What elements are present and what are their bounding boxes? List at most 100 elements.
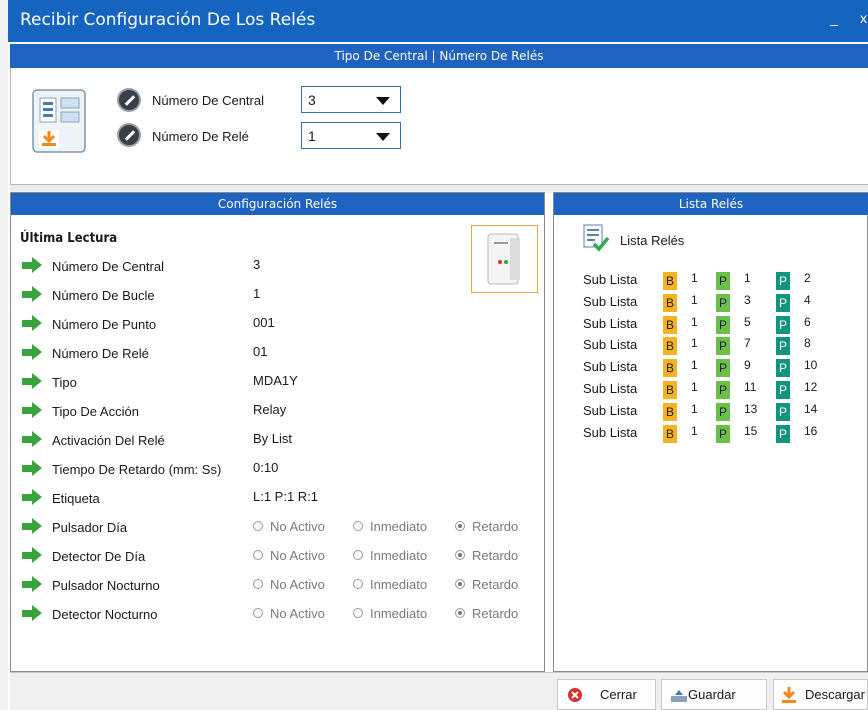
arrow-right-icon [22,518,42,534]
radio-option[interactable]: Retardo [455,606,518,621]
radio-circle-icon [455,608,465,618]
close-button[interactable]: Cerrar [557,679,656,710]
point-start-value: 5 [744,315,751,329]
sublist-label: Sub Lista [583,294,638,309]
point-end-badge: P [776,316,790,334]
bucle-badge: B [663,337,677,355]
radio-option-label: No Activo [270,606,325,621]
point-end-badge: P [776,359,790,377]
radio-option[interactable]: No Activo [253,519,325,534]
chevron-down-icon [376,133,390,141]
relay-config-header: Configuración Relés [11,193,544,215]
bucle-badge: B [663,359,677,377]
arrow-right-icon [22,460,42,476]
point-start-badge: P [716,272,730,290]
radio-row-label: Detector Nocturno [52,607,158,622]
close-button-label: Cerrar [600,687,637,702]
radio-option-label: No Activo [270,577,325,592]
point-start-value: 3 [744,293,751,307]
minimize-button[interactable]: _ [830,10,838,26]
download-button[interactable]: Descargar [773,679,868,710]
radio-option[interactable]: Inmediato [353,519,427,534]
config-row-label: Tipo De Acción [52,404,139,419]
bucle-value: 1 [691,402,698,416]
config-row-label: Número De Punto [52,317,157,332]
point-start-badge: P [716,403,730,421]
sublist-label: Sub Lista [583,359,638,374]
sublist-label: Sub Lista [583,316,638,331]
bucle-value: 1 [691,315,698,329]
point-end-value: 10 [804,358,818,372]
bucle-value: 1 [691,424,698,438]
radio-circle-icon [353,550,363,560]
radio-circle-icon [253,521,263,531]
radio-option[interactable]: No Activo [253,577,325,592]
point-start-value: 13 [744,402,758,416]
save-button[interactable]: Guardar [661,679,767,710]
bucle-badge: B [663,425,677,443]
radio-option[interactable]: Retardo [455,519,518,534]
point-start-value: 7 [744,336,751,350]
radio-row-label: Pulsador Día [52,520,128,535]
config-row-value: 0:10 [253,460,279,475]
point-start-badge: P [716,316,730,334]
point-end-value: 12 [804,380,818,394]
central-number-select[interactable]: 3 [301,86,401,113]
sublist-label: Sub Lista [583,272,638,287]
config-row-label: Número De Relé [52,346,149,361]
arrow-right-icon [22,547,42,563]
top-section-header: Tipo De Central | Número De Relés [10,44,868,68]
radio-option-label: Inmediato [370,577,428,592]
central-number-value: 3 [308,92,316,108]
close-window-button[interactable]: x [860,10,867,26]
point-start-value: 15 [744,424,758,438]
config-row-label: Tipo [52,375,77,390]
point-end-badge: P [776,425,790,443]
edit-icon [117,88,141,112]
radio-option[interactable]: Retardo [455,577,518,592]
download-button-label: Descargar [805,687,865,702]
point-start-badge: P [716,359,730,377]
radio-option[interactable]: No Activo [253,548,325,563]
radio-option[interactable]: Inmediato [353,606,427,621]
last-reading-heading: Última Lectura [20,231,118,246]
chevron-down-icon [376,97,390,105]
radio-circle-icon [253,608,263,618]
bucle-badge: B [663,381,677,399]
bucle-value: 1 [691,293,698,307]
top-section: Número De Central 3 Número De Relé 1 [10,68,868,185]
config-row-value: By List [253,431,293,446]
save-button-label: Guardar [688,687,736,702]
arrow-right-icon [22,344,42,360]
list-title: Lista Relés [620,233,685,248]
bucle-badge: B [663,316,677,334]
config-row-value: 3 [253,257,261,272]
config-row-label: Activación Del Relé [52,433,165,448]
point-end-value: 14 [804,402,818,416]
radio-option-label: Inmediato [370,519,428,534]
point-end-badge: P [776,337,790,355]
radio-circle-icon [253,579,263,589]
arrow-right-icon [22,431,42,447]
point-end-value: 2 [804,271,811,285]
bucle-badge: B [663,272,677,290]
radio-option[interactable]: Retardo [455,548,518,563]
radio-option-label: Inmediato [370,548,428,563]
radio-option-label: Retardo [472,548,519,563]
sublist-label: Sub Lista [583,337,638,352]
sublist-label: Sub Lista [583,381,638,396]
config-row-value: 01 [253,344,268,359]
radio-option[interactable]: No Activo [253,606,325,621]
point-start-badge: P [716,381,730,399]
point-end-badge: P [776,403,790,421]
config-row-value: 1 [253,286,261,301]
radio-option[interactable]: Inmediato [353,548,427,563]
central-number-label: Número De Central [152,93,264,108]
edit-icon [117,123,141,147]
radio-option[interactable]: Inmediato [353,577,427,592]
radio-circle-icon [455,579,465,589]
list-icon [582,224,610,252]
relay-number-select[interactable]: 1 [301,122,401,149]
radio-circle-icon [353,579,363,589]
point-end-value: 16 [804,424,818,438]
